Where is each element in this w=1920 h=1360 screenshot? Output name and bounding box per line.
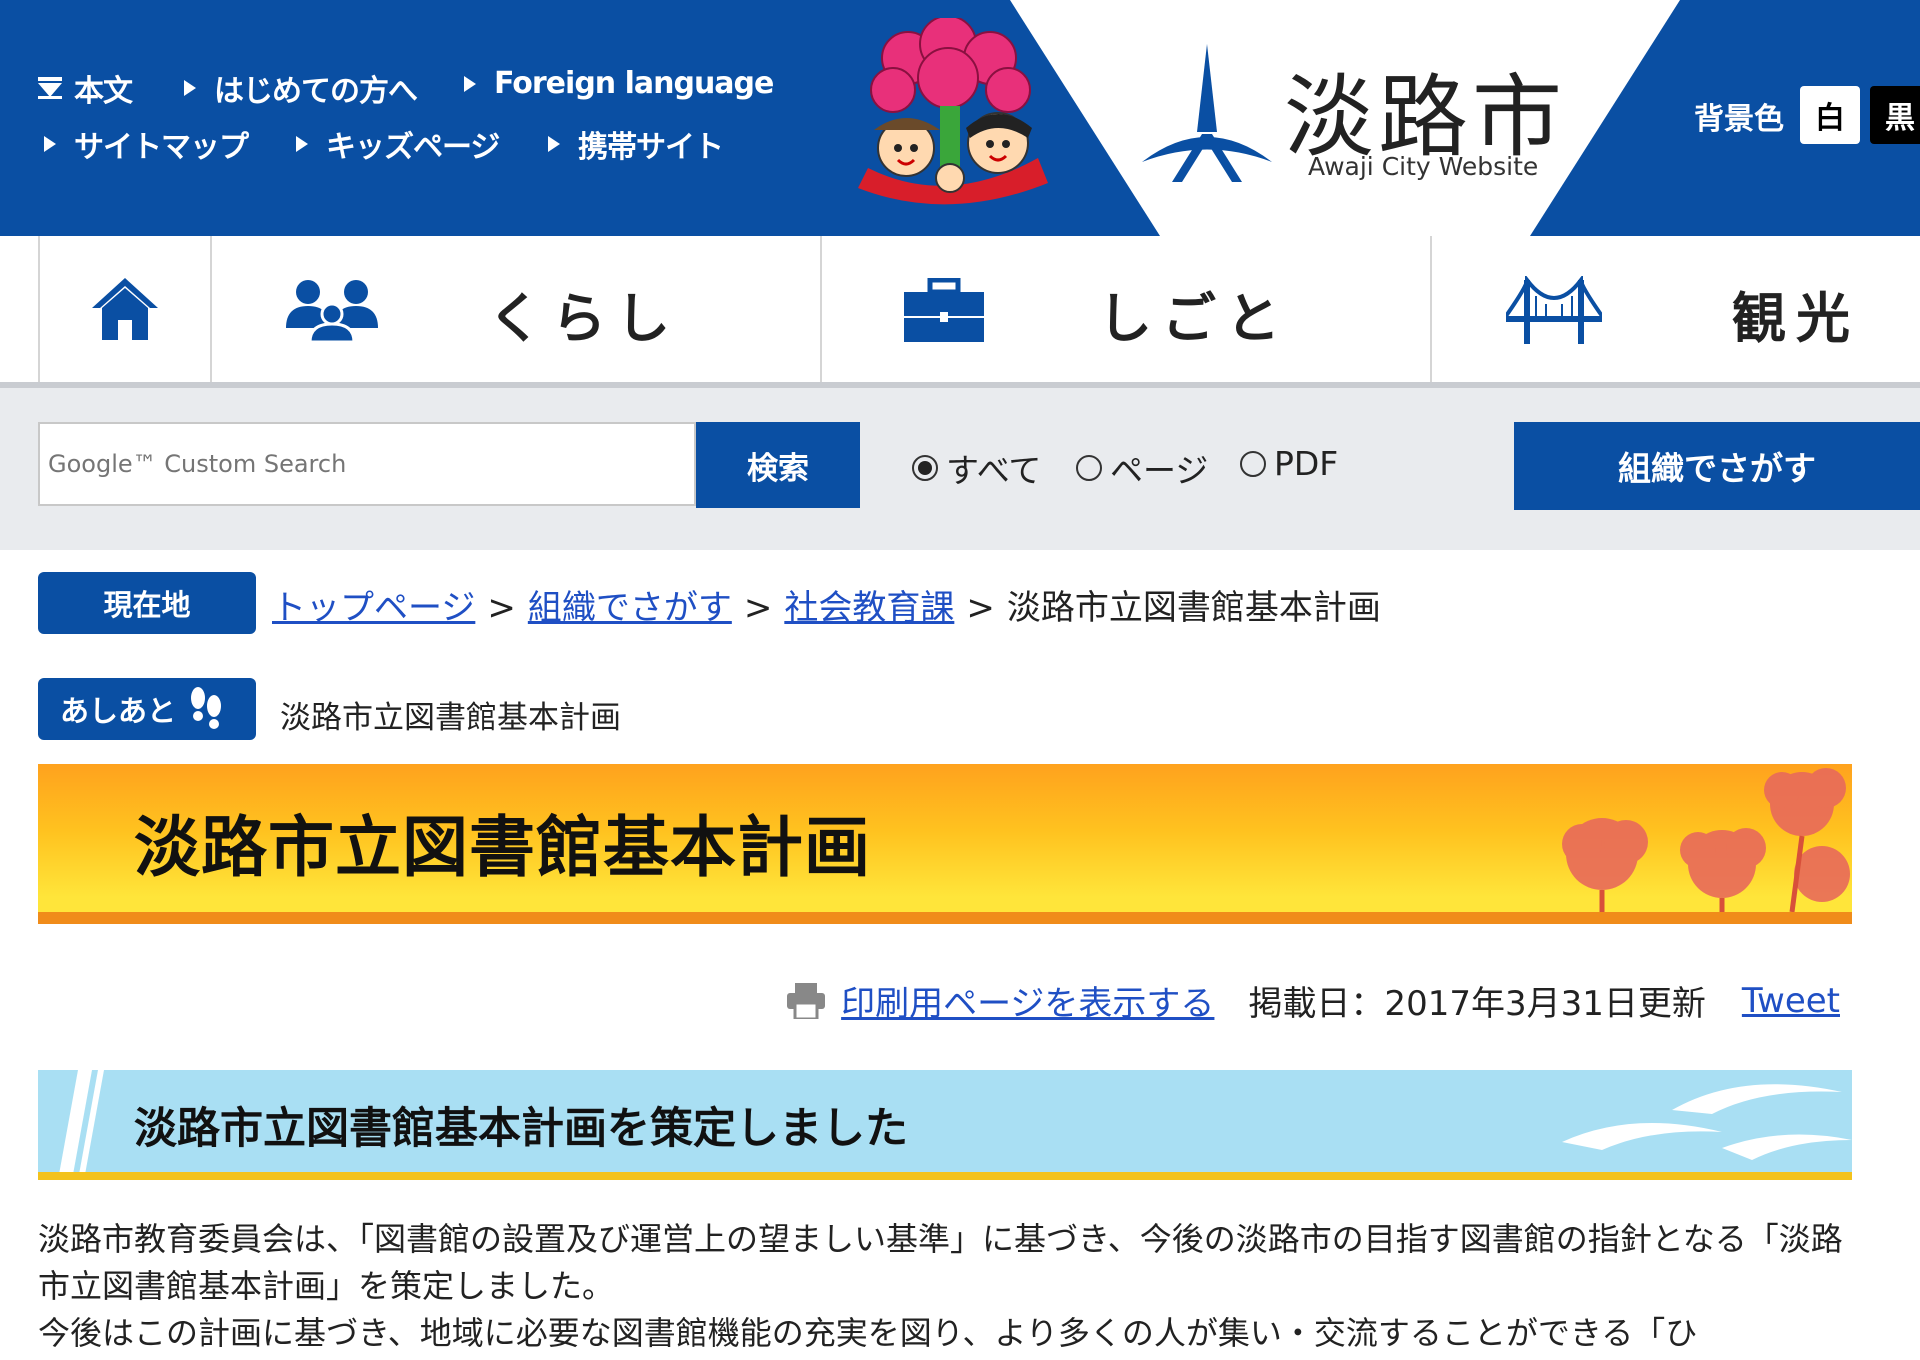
breadcrumb-top-link[interactable]: トップページ (272, 588, 475, 628)
nav-shigoto[interactable]: しごと (820, 236, 1432, 382)
radio-page-indicator (1076, 455, 1102, 481)
sitemap-label: サイトマップ (74, 130, 249, 165)
nav-kanko[interactable]: 観光 (1430, 236, 1920, 382)
breadcrumb-current: 淡路市立図書館基本計画 (1006, 588, 1381, 628)
global-nav: くらし しごと 観光 (0, 236, 1920, 388)
page-meta: 印刷用ページを表示する 掲載日：2017年3月31日更新 Tweet (787, 976, 1840, 1025)
tweet-link[interactable]: Tweet (1742, 981, 1840, 1021)
mobile-site-link[interactable]: 携帯サイト (548, 122, 724, 166)
page-title-banner: 淡路市立図書館基本計画 (38, 764, 1852, 924)
foreign-language-link[interactable]: Foreign language (464, 66, 774, 101)
arrow-right-icon (184, 80, 196, 96)
sitemap-link[interactable]: サイトマップ (44, 122, 249, 166)
printer-icon (787, 982, 826, 1019)
kids-page-label: キッズページ (326, 130, 500, 165)
radio-all-indicator (912, 455, 938, 481)
home-icon (92, 278, 158, 340)
radio-page[interactable]: ページ (1076, 444, 1208, 492)
ashiato-tag-label: あしあと (60, 694, 177, 728)
arrow-right-icon (464, 75, 476, 92)
nav-shigoto-label: しごと (1098, 287, 1290, 350)
breadcrumb-tag: 現在地 (38, 572, 256, 634)
article-paragraph: 淡路市教育委員会は、「図書館の設置及び運営上の望ましい基準」に基づき、今後の淡路… (38, 1220, 1843, 1305)
radio-pdf-indicator (1240, 450, 1266, 477)
nav-home[interactable] (38, 236, 210, 382)
radio-page-label: ページ (1110, 451, 1209, 490)
bird-decoration (1562, 1084, 1852, 1160)
radio-all[interactable]: すべて (912, 444, 1041, 492)
background-black-button[interactable]: 黒 (1870, 86, 1920, 144)
background-color-label: 背景色 (1694, 102, 1784, 137)
breadcrumb-dept-link[interactable]: 社会教育課 (784, 588, 954, 628)
ashiato-item[interactable]: 淡路市立図書館基本計画 (280, 692, 621, 737)
article-body: 淡路市教育委員会は、「図書館の設置及び運営上の望ましい基準」に基づき、今後の淡路… (38, 1216, 1868, 1357)
people-icon (286, 280, 378, 342)
print-page-link[interactable]: 印刷用ページを表示する (841, 976, 1214, 1025)
search-by-organization-button[interactable]: 組織でさがす (1514, 422, 1920, 510)
arrow-right-icon (44, 136, 56, 152)
breadcrumb-org-link[interactable]: 組織でさがす (528, 588, 732, 628)
site-header: 本文 はじめての方へ Foreign language サイトマップ キッズペー… (0, 0, 1920, 236)
nav-kanko-label: 観光 (1732, 287, 1860, 350)
foreign-language-label: Foreign language (494, 66, 774, 101)
briefcase-icon (904, 278, 984, 342)
section-heading: 淡路市立図書館基本計画を策定しました (38, 1070, 1852, 1180)
skip-label: 本文 (74, 74, 133, 109)
article-paragraph: 今後はこの計画に基づき、地域に必要な図書館機能の充実を図り、より多くの人が集い・… (38, 1314, 1698, 1352)
carnation-decoration (1562, 768, 1850, 912)
page-title: 淡路市立図書館基本計画 (134, 809, 871, 886)
breadcrumb-separator: > (743, 588, 773, 628)
first-time-label: はじめての方へ (214, 74, 418, 109)
mobile-site-label: 携帯サイト (578, 130, 724, 165)
ashiato-tag: あしあと (38, 678, 256, 740)
radio-all-label: すべて (946, 451, 1042, 490)
background-white-button[interactable]: 白 (1800, 86, 1860, 144)
breadcrumb-separator: > (487, 588, 516, 628)
site-subtitle: Awaji City Website (1308, 152, 1539, 181)
skip-to-content-link[interactable]: 本文 (38, 66, 133, 110)
footprints-icon (191, 687, 222, 729)
skip-icon (38, 77, 62, 99)
bridge-icon (1506, 276, 1602, 344)
radio-pdf-label: PDF (1274, 444, 1339, 483)
stripe-decoration (59, 1070, 104, 1172)
search-button[interactable]: 検索 (696, 422, 860, 508)
kids-page-link[interactable]: キッズページ (296, 122, 500, 166)
breadcrumb-separator: > (966, 588, 995, 628)
city-logo-mark[interactable] (1132, 42, 1282, 192)
first-time-link[interactable]: はじめての方へ (184, 66, 418, 110)
breadcrumb: トップページ > 組織でさがす > 社会教育課 > 淡路市立図書館基本計画 (272, 580, 1381, 629)
section-title: 淡路市立図書館基本計画を策定しました (134, 1104, 908, 1154)
published-date: 掲載日：2017年3月31日更新 (1248, 984, 1706, 1024)
arrow-right-icon (296, 136, 308, 152)
search-input[interactable] (38, 422, 696, 506)
nav-kurashi-label: くらし (488, 287, 680, 350)
arrow-right-icon (548, 136, 560, 152)
search-bar: 検索 すべて ページ PDF 組織でさがす (0, 388, 1920, 550)
mascot-logo[interactable] (848, 18, 1058, 218)
radio-pdf[interactable]: PDF (1240, 444, 1338, 483)
nav-kurashi[interactable]: くらし (210, 236, 822, 382)
